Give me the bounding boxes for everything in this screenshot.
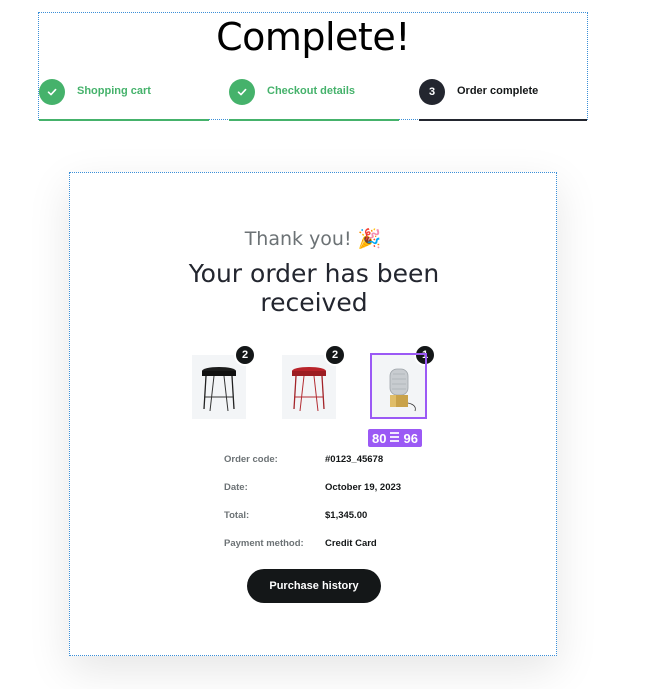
step-label: Checkout details — [267, 85, 356, 97]
step-order-complete[interactable]: 3 Order complete — [419, 79, 587, 121]
product-thumbnail[interactable]: 2 — [282, 344, 346, 419]
check-icon — [39, 79, 65, 105]
step-checkout-details[interactable]: Checkout details — [229, 79, 399, 121]
purchase-history-button[interactable]: Purchase history — [247, 569, 381, 603]
order-complete-card: Thank you! 🎉 Your order has been receive… — [69, 172, 557, 656]
selection-height: 96 — [403, 430, 418, 446]
detail-row-payment-method: Payment method: Credit Card — [224, 529, 484, 557]
step-label: Order complete — [457, 85, 539, 97]
step-underline — [419, 119, 587, 121]
checkout-stepper: Shopping cart Checkout details 3 Order c… — [39, 79, 589, 121]
detail-label: Order code: — [224, 453, 278, 465]
selection-width: 80 — [372, 430, 387, 446]
black-tray-table-icon — [192, 355, 246, 419]
step-shopping-cart[interactable]: Shopping cart — [39, 79, 209, 121]
thank-you-text: Thank you! 🎉 — [244, 228, 382, 250]
detail-label: Total: — [224, 509, 250, 521]
page-title: Complete! — [216, 15, 410, 59]
detail-value: $1,345.00 — [325, 509, 368, 521]
detail-value: October 19, 2023 — [325, 481, 402, 493]
detail-label: Date: — [224, 481, 248, 493]
step-underline — [229, 119, 399, 121]
detail-label: Payment method: — [224, 537, 304, 549]
red-tray-table-icon — [282, 355, 336, 419]
quantity-badge: 2 — [234, 344, 256, 366]
detail-row-date: Date: October 19, 2023 — [224, 473, 484, 501]
detail-value: #0123_45678 — [325, 453, 384, 465]
selection-outline — [370, 353, 427, 419]
order-received-headline: Your order has been received — [188, 259, 440, 317]
detail-row-order-code: Order code: #0123_45678 — [224, 445, 484, 473]
product-thumbnail[interactable]: 2 — [192, 344, 256, 419]
detail-value: Credit Card — [325, 537, 377, 549]
step-underline — [39, 119, 209, 121]
check-icon — [229, 79, 255, 105]
step-number: 3 — [419, 79, 445, 105]
dimension-separator-icon — [390, 432, 400, 444]
order-details: Order code: #0123_45678 Date: October 19… — [224, 445, 484, 557]
checkout-header: Complete! Shopping cart Checkout details… — [38, 12, 589, 121]
step-label: Shopping cart — [77, 85, 151, 97]
detail-row-total: Total: $1,345.00 — [224, 501, 484, 529]
quantity-badge: 2 — [324, 344, 346, 366]
